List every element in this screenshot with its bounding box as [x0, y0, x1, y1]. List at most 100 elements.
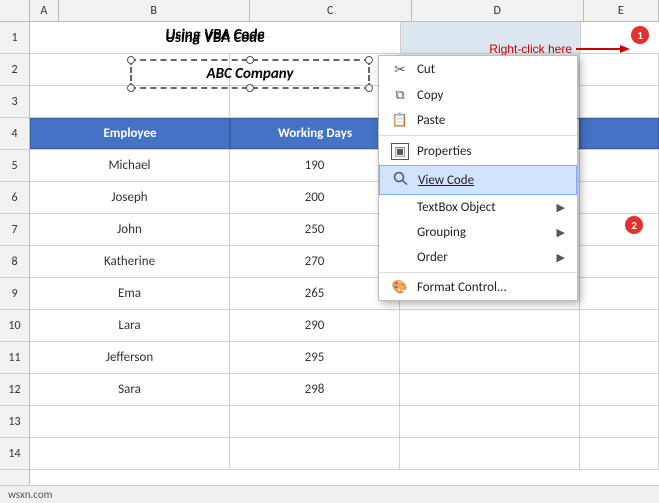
cell-b7: John [30, 214, 230, 245]
row-num-12: 12 [0, 374, 29, 406]
row-13 [30, 406, 659, 438]
menu-item-order[interactable]: Order ▶ [379, 245, 577, 270]
annotation-container: Right-click here [489, 42, 631, 56]
textbox-label: ABC Company [207, 65, 294, 83]
row-10: Lara 290 [30, 310, 659, 342]
corner-cell [0, 0, 30, 21]
separator-1 [379, 135, 577, 136]
format-control-icon: 🎨 [391, 280, 409, 295]
spreadsheet: A B C D E 1 2 3 4 5 6 7 8 9 10 11 12 13 … [0, 0, 659, 503]
menu-label-paste: Paste [417, 113, 565, 128]
menu-label-properties: Properties [417, 144, 565, 159]
cell-c5: 190 [230, 150, 400, 181]
col-header-c: C [250, 0, 412, 21]
row-num-11: 11 [0, 342, 29, 374]
cell-e10 [580, 310, 659, 341]
col-header-b: B [59, 0, 250, 21]
row-num-6: 6 [0, 182, 29, 214]
textbox-abc-company[interactable]: ABC Company [130, 59, 370, 89]
row-num-7: 7 [0, 214, 29, 246]
separator-2 [379, 272, 577, 273]
grouping-arrow: ▶ [557, 226, 565, 239]
row3-e [580, 86, 659, 117]
arrow-container [576, 43, 631, 55]
cell-e13 [580, 406, 659, 437]
row-num-8: 8 [0, 246, 29, 278]
title-cell: Using VBA Code [30, 22, 400, 53]
view-code-icon [392, 171, 410, 189]
row-num-4: 4 [0, 118, 29, 150]
menu-label-cut: Cut [417, 62, 565, 77]
cell-e6 [580, 182, 659, 213]
paste-icon: 📋 [391, 113, 409, 128]
cell-b5: Michael [30, 150, 230, 181]
menu-item-format-control[interactable]: 🎨 Format Control... [379, 275, 577, 300]
cell-b6: Joseph [30, 182, 230, 213]
row-num-14: 14 [0, 438, 29, 470]
cell-b9: Ema [30, 278, 230, 309]
menu-item-view-code[interactable]: View Code [379, 165, 577, 195]
cell-c10: 290 [230, 310, 400, 341]
cell-c13 [230, 406, 400, 437]
badge-2: 2 [625, 216, 643, 234]
cell-c6: 200 [230, 182, 400, 213]
cell-c11: 295 [230, 342, 400, 373]
menu-label-textbox-object: TextBox Object [417, 200, 549, 215]
header-employee: Employee [30, 118, 230, 149]
row-num-10: 10 [0, 310, 29, 342]
handle-bm [246, 84, 254, 92]
menu-item-properties[interactable]: ▣ Properties [379, 138, 577, 165]
row-numbers: 1 2 3 4 5 6 7 8 9 10 11 12 13 14 [0, 22, 30, 485]
cell-b10: Lara [30, 310, 230, 341]
cell-c8: 270 [230, 246, 400, 277]
status-bar: wsxn.com [0, 485, 659, 503]
row3-c [230, 86, 400, 117]
cell-c7: 250 [230, 214, 400, 245]
menu-label-copy: Copy [417, 88, 565, 103]
row2-e [580, 54, 659, 85]
column-headers: A B C D E [0, 0, 659, 22]
menu-item-textbox-object[interactable]: TextBox Object ▶ [379, 195, 577, 220]
cell-e14 [580, 438, 659, 469]
handle-bl [127, 84, 135, 92]
row4-e [580, 118, 659, 149]
handle-tm [246, 56, 254, 64]
cell-d10 [400, 310, 580, 341]
menu-item-cut[interactable]: ✂ Cut [379, 56, 577, 83]
cell-b8: Katherine [30, 246, 230, 277]
row-11: Jefferson 295 [30, 342, 659, 374]
cell-e7 [580, 214, 659, 245]
handle-tl [127, 56, 135, 64]
arrow-svg [576, 43, 631, 55]
header-working-days: Working Days [230, 118, 400, 149]
cell-e12 [580, 374, 659, 405]
badge-1: 1 [631, 26, 649, 44]
col-header-a: A [30, 0, 59, 21]
row-12: Sara 298 [30, 374, 659, 406]
menu-label-format-control: Format Control... [417, 280, 565, 295]
cell-e11 [580, 342, 659, 373]
menu-item-copy[interactable]: ⧉ Copy [379, 83, 577, 108]
cell-e5 [580, 150, 659, 181]
status-text: wsxn.com [8, 488, 52, 501]
cell-e9 [580, 278, 659, 309]
menu-item-grouping[interactable]: Grouping ▶ [379, 220, 577, 245]
cell-c12: 298 [230, 374, 400, 405]
cell-b11: Jefferson [30, 342, 230, 373]
handle-tr [365, 56, 373, 64]
row-num-9: 9 [0, 278, 29, 310]
col-header-e: E [584, 0, 659, 21]
row-num-13: 13 [0, 406, 29, 438]
row-num-1: 1 [0, 22, 29, 54]
cell-b12: Sara [30, 374, 230, 405]
cell-d11 [400, 342, 580, 373]
row-num-3: 3 [0, 86, 29, 118]
cell-d13 [400, 406, 580, 437]
row-num-2: 2 [0, 54, 29, 86]
menu-item-paste[interactable]: 📋 Paste [379, 108, 577, 133]
cell-c14 [230, 438, 400, 469]
menu-label-grouping: Grouping [417, 225, 549, 240]
copy-icon: ⧉ [391, 88, 409, 103]
context-menu[interactable]: ✂ Cut ⧉ Copy 📋 Paste ▣ Properties [378, 55, 578, 301]
textbox-object-arrow: ▶ [557, 201, 565, 214]
